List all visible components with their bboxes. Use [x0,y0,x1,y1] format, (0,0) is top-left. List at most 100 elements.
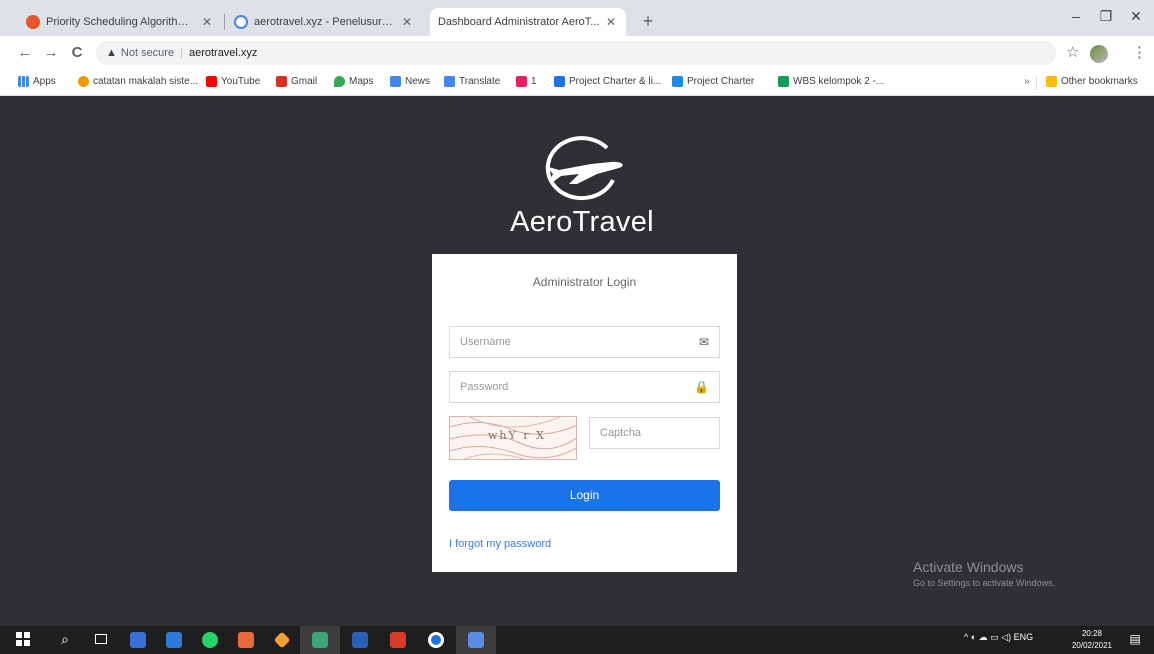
other-bookmarks[interactable]: Other bookmarks [1046,76,1138,87]
taskbar-app-calendar[interactable] [226,626,266,654]
system-tray[interactable]: ^ ◐ ☁ ▭ ◁) ENG [964,632,1033,643]
password-placeholder: Password [460,381,509,393]
captcha-input[interactable]: Captcha [589,417,720,449]
more-bookmarks-chevron[interactable]: » [1024,76,1030,87]
bookmark-label: Apps [33,76,56,87]
tab-priority-scheduling[interactable]: Priority Scheduling Algorithm ... ✕ [18,8,222,36]
tab-close-icon[interactable]: ✕ [604,15,618,29]
forgot-password-link[interactable]: I forgot my password [449,538,551,550]
bookmark-maps[interactable]: Maps [334,76,373,87]
url-text[interactable]: aerotravel.xyz [189,47,257,59]
bookmark-catatan[interactable]: catatan makalah siste... [78,76,198,87]
bookmark-label: Other bookmarks [1061,76,1138,87]
url-divider: | [180,47,183,59]
paint-icon [468,632,484,648]
taskbar-app-photos[interactable] [154,626,194,654]
bookmark-label: Maps [349,76,374,87]
maps-pin-icon [334,76,345,87]
taskbar-app-whatsapp[interactable] [190,626,230,654]
bookmark-label: catatan makalah siste... [93,76,199,87]
activate-windows-watermark: Activate Windows Go to Settings to activ… [913,559,1055,588]
not-secure-label[interactable]: Not secure [121,47,174,59]
activate-title: Activate Windows [913,559,1024,575]
lock-icon: 🔒 [694,380,709,394]
youtube-icon [206,76,217,87]
whatsapp-icon [202,632,218,648]
browser-toolbar: ← → C ▲ Not secure | aerotravel.xyz ☆ ⋮ [0,36,1154,70]
bookmark-gmail[interactable]: Gmail [276,76,317,87]
chrome-menu-icon[interactable]: ⋮ [1132,43,1147,61]
diamond-app-icon [273,631,291,649]
tab-title: Priority Scheduling Algorithm ... [46,16,196,28]
bookmark-label: WBS kelompok 2 -... [793,76,885,87]
tab-close-icon[interactable]: ✕ [200,15,214,29]
bookmark-apps[interactable]: Apps [18,76,56,87]
tab-title: Dashboard Administrator AeroT... [438,16,600,28]
captcha-placeholder: Captcha [600,427,641,439]
airplane-logo-icon [545,136,623,201]
taskbar-app-chrome[interactable] [416,626,456,654]
tab-dashboard-admin[interactable]: Dashboard Administrator AeroT... ✕ [430,8,626,36]
windows-start-icon[interactable] [14,630,32,648]
task-view-icon[interactable] [92,630,110,648]
reload-button[interactable]: C [66,42,88,64]
search-icon[interactable]: ⌕ [56,630,74,648]
forward-button[interactable]: → [40,42,62,64]
bookmark-label: Project Charter [687,76,755,87]
tab-divider [224,14,225,30]
folder-icon [1046,76,1057,87]
username-field[interactable]: Username ✉ [449,326,720,358]
login-card: Administrator Login Username ✉ Password … [432,254,737,572]
bookmark-favicon-icon [78,76,89,87]
brand-name: AeroTravel [510,206,654,238]
word-icon [352,632,368,648]
bookmark-divider [1036,76,1037,90]
activate-subtitle: Go to Settings to activate Windows. [913,578,1056,588]
taskbar-app-pdf[interactable] [378,626,418,654]
profile-avatar[interactable] [1090,45,1108,63]
password-field[interactable]: Password 🔒 [449,371,720,403]
apps-grid-icon [18,76,29,87]
news-icon [390,76,401,87]
captcha-text: whY r X [488,429,546,442]
bookmarks-bar: Apps catatan makalah siste... YouTube Gm… [0,70,1154,96]
chrome-icon [428,632,444,648]
bookmark-star-icon[interactable]: ☆ [1066,43,1079,61]
taskbar-app-sketch[interactable] [262,626,302,654]
bookmark-label: 1 [531,76,537,87]
bookmark-youtube[interactable]: YouTube [206,76,260,87]
taskbar-app-media[interactable] [118,626,158,654]
bookmark-wbs[interactable]: WBS kelompok 2 -... [778,76,884,87]
bookmark-project-charter[interactable]: Project Charter [672,76,754,87]
notification-icon[interactable]: ▤ [1126,630,1144,648]
envelope-icon: ✉ [698,335,709,349]
captcha-image: whY r X [449,416,577,460]
login-page: AeroTravel Administrator Login Username … [0,96,1154,626]
bookmark-news[interactable]: News [390,76,430,87]
taskbar-app-paint[interactable] [456,626,496,654]
taskbar-app-image[interactable] [300,626,340,654]
google-g-icon [234,15,248,29]
clock[interactable]: 20:28 20/02/2021 [1070,628,1114,652]
back-button[interactable]: ← [14,42,36,64]
docs-icon [672,76,683,87]
bookmark-label: YouTube [221,76,261,87]
translate-icon [444,76,455,87]
bookmark-translate[interactable]: Translate [444,76,500,87]
taskbar-app-word[interactable] [340,626,380,654]
gmail-icon [276,76,287,87]
bookmark-project-charter-li[interactable]: Project Charter & li... [554,76,661,87]
clock-time: 20:28 [1081,629,1103,638]
tab-close-icon[interactable]: ✕ [400,15,414,29]
login-button[interactable]: Login [449,480,720,511]
warning-icon[interactable]: ▲ [106,47,117,59]
tab-strip: Priority Scheduling Algorithm ... ✕ aero… [0,0,1154,36]
media-app-icon [130,632,146,648]
bookmark-1[interactable]: 1 [516,76,537,87]
tab-aerotravel-search[interactable]: aerotravel.xyz - Penelusuran Go... ✕ [226,8,422,36]
address-bar[interactable]: ▲ Not secure | aerotravel.xyz [96,41,1056,65]
docs-icon [554,76,565,87]
close-window-button[interactable]: ✕ [1116,4,1154,28]
pdf-icon [390,632,406,648]
new-tab-button[interactable]: + [636,10,660,34]
